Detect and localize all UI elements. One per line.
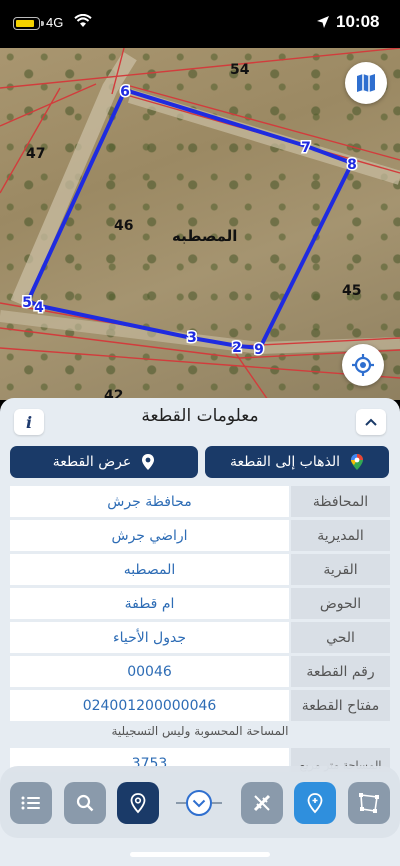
measure-tool-button[interactable] xyxy=(241,782,283,824)
battery-icon xyxy=(13,17,44,30)
list-button[interactable] xyxy=(10,782,52,824)
info-row-basin: ام قطفة الحوض xyxy=(10,588,390,619)
network-type: 4G xyxy=(46,15,64,30)
search-icon xyxy=(76,794,94,812)
info-row-village: المصطبه القرية xyxy=(10,554,390,585)
village-label: المصطبه xyxy=(172,227,238,245)
info-label: رقم القطعة xyxy=(291,656,390,687)
info-label: المديرية xyxy=(291,520,390,551)
chevron-down-icon xyxy=(176,790,222,816)
location-arrow-icon xyxy=(317,16,329,28)
map-overlay: 6 7 8 5 4 3 2 9 xyxy=(0,48,400,400)
panel-header: i معلومات القطعة xyxy=(0,398,400,438)
parcel-location-button[interactable] xyxy=(117,782,159,824)
list-icon xyxy=(21,796,40,810)
vertex-label: 4 xyxy=(34,300,44,316)
info-value: محافظة جرش xyxy=(10,486,289,517)
crosshair-icon xyxy=(352,354,374,376)
info-label: المحافظة xyxy=(291,486,390,517)
info-value: 00046 xyxy=(10,656,289,687)
parcel-number: 47 xyxy=(26,146,46,162)
polygon-icon xyxy=(359,793,379,813)
bottom-toolbar xyxy=(0,766,400,838)
info-row-parcel-number: 00046 رقم القطعة xyxy=(10,656,390,687)
show-parcel-label: عرض القطعة xyxy=(52,454,132,470)
parcel-info-table: محافظة جرش المحافظة اراضي جرش المديرية ا… xyxy=(10,486,390,724)
show-parcel-button[interactable]: عرض القطعة xyxy=(10,446,198,478)
parcel-number: 45 xyxy=(342,283,362,299)
location-marker-icon xyxy=(307,793,323,814)
info-value: المصطبه xyxy=(10,554,289,585)
area-note: المساحة المحسوبة وليس التسجيلية xyxy=(111,724,289,738)
draw-polygon-button[interactable] xyxy=(348,782,390,824)
map-icon xyxy=(357,74,375,92)
info-value: اراضي جرش xyxy=(10,520,289,551)
info-row-parcel-key: 024001200000046 مفتاح القطعة xyxy=(10,690,390,721)
wifi-icon xyxy=(74,14,92,27)
info-row-directorate: اراضي جرش المديرية xyxy=(10,520,390,551)
goto-parcel-label: الذهاب إلى القطعة xyxy=(229,454,341,470)
map-pin-icon xyxy=(142,454,155,470)
collapse-button[interactable] xyxy=(356,409,386,435)
status-time: 10:08 xyxy=(336,12,380,31)
home-indicator xyxy=(130,852,270,857)
vertex-label: 6 xyxy=(120,84,130,100)
chevron-up-icon xyxy=(365,418,377,426)
info-value: 024001200000046 xyxy=(10,690,289,721)
info-label: الحوض xyxy=(291,588,390,619)
panel-title: معلومات القطعة xyxy=(141,406,259,426)
measure-icon xyxy=(253,794,271,812)
vertex-label: 8 xyxy=(347,157,357,173)
info-value: ام قطفة xyxy=(10,588,289,619)
vertex-label: 5 xyxy=(22,295,32,311)
vertex-label: 9 xyxy=(254,342,264,358)
info-label: الحي xyxy=(291,622,390,653)
vertex-label: 3 xyxy=(187,330,197,346)
my-location-button[interactable] xyxy=(342,344,384,386)
satellite-map[interactable]: 6 7 8 5 4 3 2 9 54 47 46 45 4 2 المصطبه xyxy=(0,48,400,400)
status-bar: 4G 10:08 xyxy=(0,0,400,48)
info-row-governorate: محافظة جرش المحافظة xyxy=(10,486,390,517)
search-button[interactable] xyxy=(64,782,106,824)
map-layers-button[interactable] xyxy=(345,62,387,104)
info-value: جدول الأحياء xyxy=(10,622,289,653)
location-marker-button[interactable] xyxy=(294,782,336,824)
parcel-number: 54 xyxy=(230,62,250,78)
vertex-label: 7 xyxy=(301,140,311,156)
info-label: مفتاح القطعة xyxy=(291,690,390,721)
info-label: القرية xyxy=(291,554,390,585)
goto-parcel-button[interactable]: الذهاب إلى القطعة xyxy=(205,446,389,478)
vertex-label: 2 xyxy=(232,340,242,356)
google-maps-icon xyxy=(351,454,364,470)
expand-toolbar-toggle[interactable] xyxy=(176,786,222,820)
location-pin-icon xyxy=(130,793,146,814)
info-row-district: جدول الأحياء الحي xyxy=(10,622,390,653)
parcel-number: 46 xyxy=(114,218,134,234)
